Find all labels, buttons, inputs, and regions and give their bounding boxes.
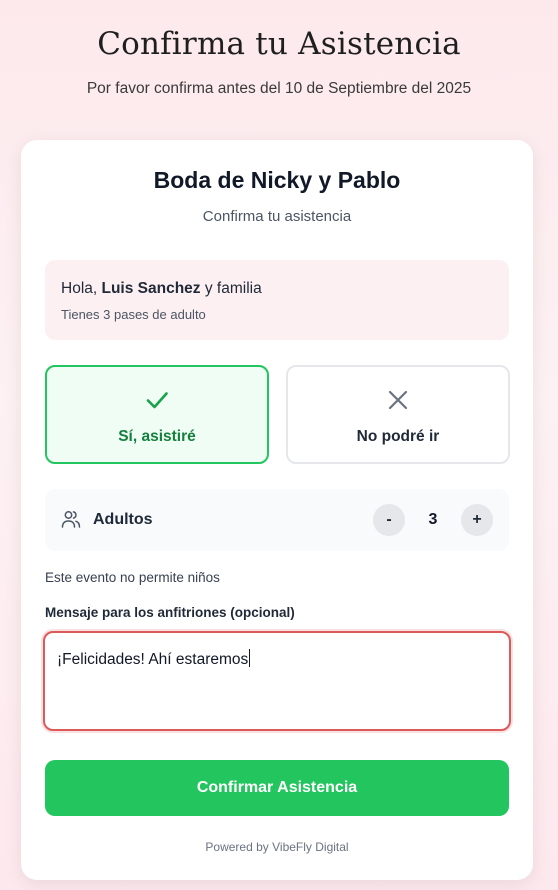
rsvp-card: Boda de Nicky y Pablo Confirma tu asiste… [21, 140, 533, 880]
increment-button[interactable]: + [461, 504, 493, 536]
no-children-notice: Este evento no permite niños [45, 570, 220, 585]
page-subtitle: Por favor confirma antes del 10 de Septi… [86, 80, 472, 97]
adults-counter: Adultos - 3 + [45, 489, 509, 551]
guest-name: Luis Sanchez [101, 280, 201, 297]
close-icon [288, 387, 508, 413]
guest-info-box: Hola, Luis Sanchez y familia Tienes 3 pa… [45, 260, 509, 340]
guest-passes: Tienes 3 pases de adulto [61, 307, 206, 322]
message-label: Mensaje para los anfitriones (opcional) [45, 605, 295, 620]
text-caret [249, 649, 251, 667]
decrement-button[interactable]: - [373, 504, 405, 536]
attend-no-button[interactable]: No podré ir [286, 365, 510, 464]
page-title: Confirma tu Asistencia [97, 26, 461, 62]
attend-yes-button[interactable]: Sí, asistiré [45, 365, 269, 464]
confirm-button[interactable]: Confirmar Asistencia [45, 760, 509, 816]
attend-yes-label: Sí, asistiré [118, 428, 196, 445]
greeting-suffix: y familia [200, 280, 262, 297]
message-text: ¡Felicidades! Ahí estaremos [57, 651, 249, 668]
event-title: Boda de Nicky y Pablo [153, 167, 401, 193]
message-textarea[interactable]: ¡Felicidades! Ahí estaremos [43, 631, 511, 731]
guest-greeting: Hola, Luis Sanchez y familia [61, 280, 262, 298]
check-icon [47, 387, 267, 413]
users-icon [61, 509, 81, 534]
adults-label: Adultos [93, 511, 153, 528]
powered-by: Powered by VibeFly Digital [205, 840, 349, 854]
greeting-prefix: Hola, [61, 280, 102, 297]
adults-count: 3 [428, 511, 438, 528]
attend-no-label: No podré ir [356, 428, 440, 445]
card-subtitle: Confirma tu asistencia [202, 208, 352, 225]
